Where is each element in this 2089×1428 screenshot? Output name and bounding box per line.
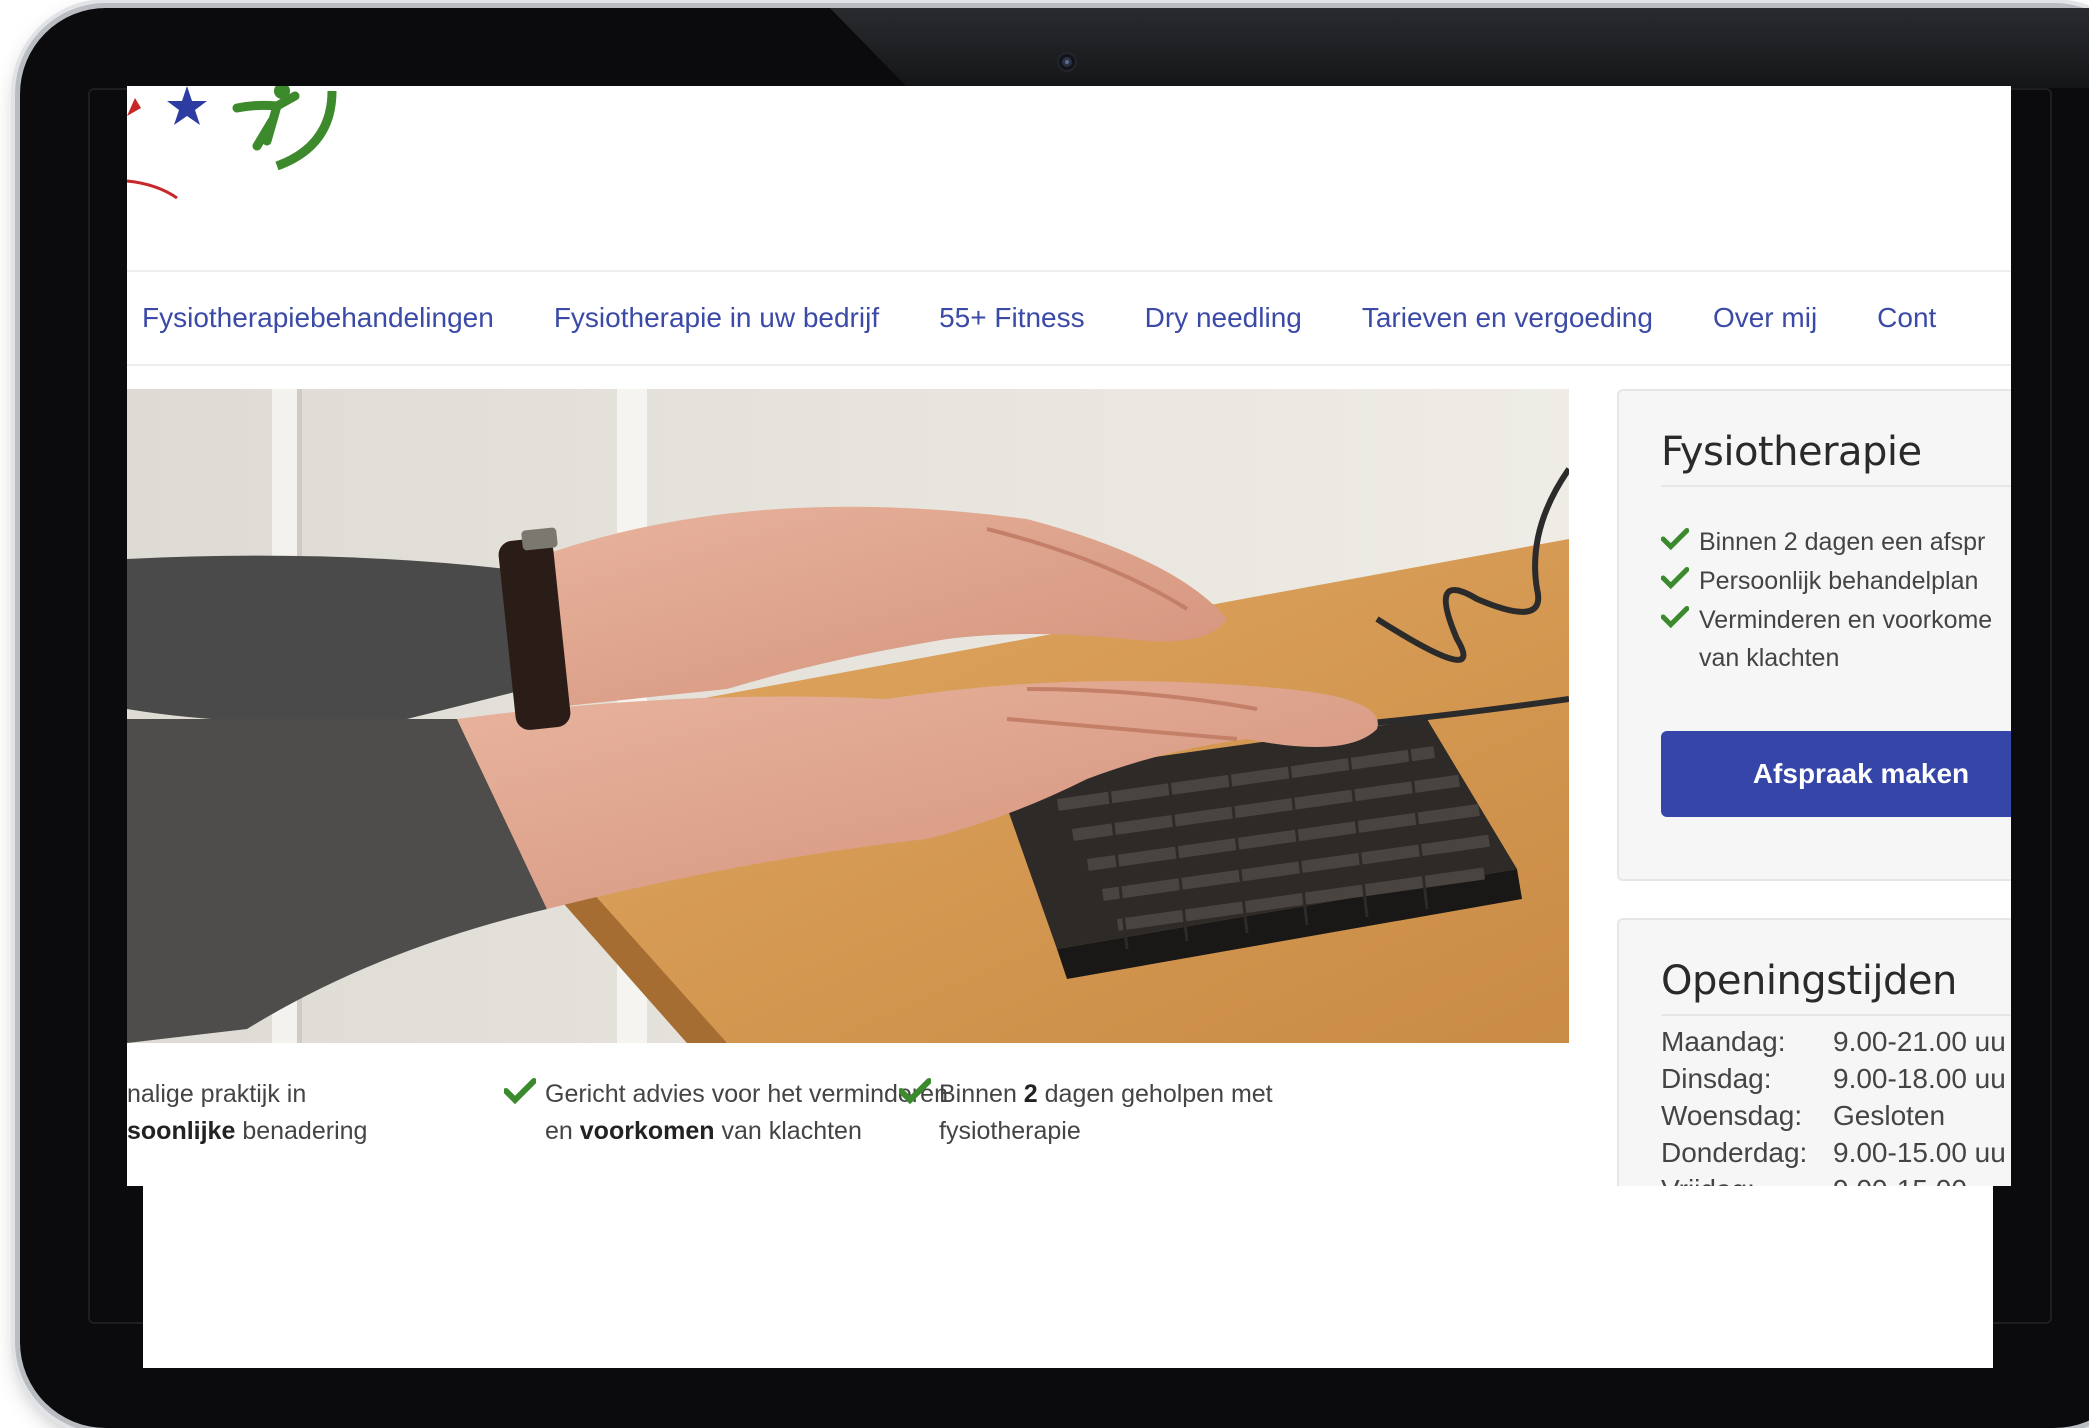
nav-item-55-fitness[interactable]: 55+ Fitness: [939, 302, 1085, 334]
feature-item: Binnen 2 dagen een afspr: [1660, 523, 1985, 561]
benefit-item: nalige praktijk in soonlijke benadering: [127, 1080, 368, 1145]
hours-row: Vrijdag:9.00-15.00: [1661, 1174, 1967, 1186]
openingstijden-card: Openingstijden Maandag: 9.00-21.00 uu Din…: [1617, 918, 2011, 1186]
logo-green-figure: [232, 91, 300, 151]
nav-item-fysiotherapiebehandelingen[interactable]: Fysiotherapiebehandelingen: [142, 302, 494, 334]
camera-icon: [1059, 54, 1075, 70]
card-divider: [1661, 485, 2011, 487]
bezel-gloss: [830, 8, 2089, 88]
hours-row: Woensdag: Gesloten: [1661, 1100, 1946, 1131]
logo-blue-star: [167, 86, 207, 125]
fysiotherapie-card: Fysiotherapie Binnen 2 dagen een afspr P…: [1617, 389, 2011, 881]
card-divider: [1661, 1014, 2011, 1016]
check-icon: [899, 1078, 931, 1104]
hero-image-typing-hands: [127, 389, 1569, 1043]
main-navigation: Fysiotherapiebehandelingen Fysiotherapie…: [127, 270, 2011, 366]
nav-item-contact[interactable]: Cont: [1877, 302, 1936, 334]
hours-row: Donderdag: 9.00-15.00 uu: [1661, 1137, 2006, 1168]
check-icon: [1660, 601, 1699, 639]
nav-item-over-mij[interactable]: Over mij: [1713, 302, 1817, 334]
benefit-item: Binnen 2 dagen geholpen met fysiotherapi…: [939, 1080, 1273, 1145]
check-icon: [1660, 523, 1699, 561]
nav-item-fysiotherapie-bedrijf[interactable]: Fysiotherapie in uw bedrijf: [554, 302, 879, 334]
logo-red-swoosh: [127, 179, 178, 200]
nav-item-dry-needling[interactable]: Dry needling: [1145, 302, 1302, 334]
website-screen: Fysiotherapiebehandelingen Fysiotherapie…: [127, 86, 2011, 1186]
feature-item-continuation: van klachten: [1699, 644, 1840, 672]
afspraak-maken-button[interactable]: Afspraak maken: [1661, 731, 2011, 817]
logo-red-star-fragment: [127, 98, 141, 116]
lower-screen-area: [143, 1186, 1993, 1368]
feature-item: Persoonlijk behandelplan: [1660, 562, 1978, 600]
benefit-item: Gericht advies voor het verminderen en v…: [545, 1080, 948, 1145]
nav-item-tarieven[interactable]: Tarieven en vergoeding: [1362, 302, 1653, 334]
benefits-row: nalige praktijk in soonlijke benadering …: [127, 1076, 1577, 1166]
logo[interactable]: [127, 86, 347, 206]
hours-row: Dinsdag: 9.00-18.00 uu: [1661, 1063, 2006, 1094]
feature-item: Verminderen en voorkome: [1660, 601, 1992, 639]
card-title: Fysiotherapie: [1661, 429, 1922, 475]
check-icon: [504, 1078, 536, 1104]
check-icon: [1660, 562, 1699, 600]
card-title: Openingstijden: [1661, 958, 1957, 1004]
hours-row: Maandag: 9.00-21.00 uu: [1661, 1026, 2006, 1057]
